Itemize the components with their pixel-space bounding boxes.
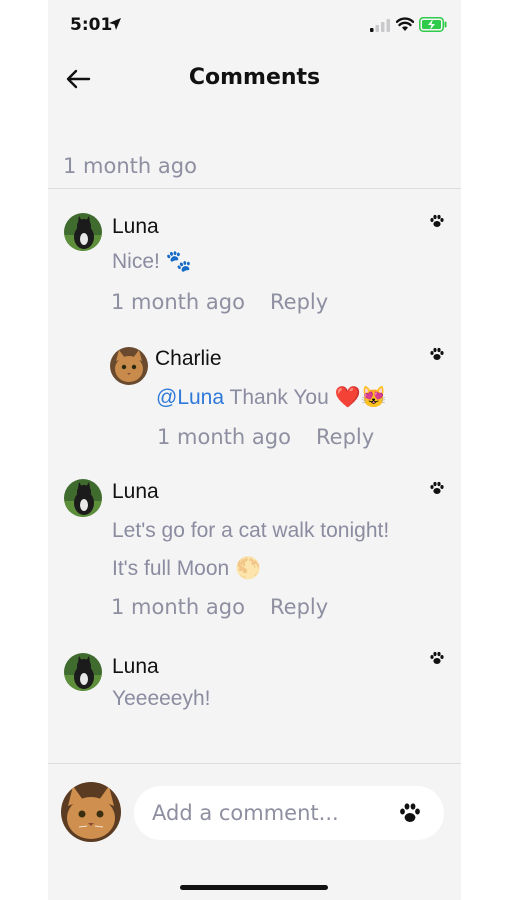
comment-text: It's full Moon 🌕	[112, 557, 262, 580]
reply-button[interactable]: Reply	[270, 595, 328, 619]
paw-icon[interactable]	[429, 480, 445, 496]
location-icon	[109, 18, 121, 30]
avatar[interactable]	[64, 213, 102, 251]
mention-link[interactable]: @Luna	[156, 386, 224, 409]
status-time: 5:01	[70, 15, 113, 35]
comment-text: Let's go for a cat walk tonight!	[112, 519, 390, 542]
divider	[48, 188, 461, 189]
avatar[interactable]	[64, 479, 102, 517]
avatar[interactable]	[64, 653, 102, 691]
signal-icon	[370, 19, 390, 32]
post-timestamp: 1 month ago	[63, 154, 197, 178]
reply-button[interactable]: Reply	[316, 425, 374, 449]
comment-text-line: @Luna Thank You ❤️😻	[156, 386, 387, 410]
comment-text: Thank You ❤️😻	[229, 386, 387, 409]
comment-author[interactable]: Luna	[112, 655, 159, 679]
home-indicator[interactable]	[180, 885, 328, 890]
paw-icon[interactable]	[429, 346, 445, 362]
status-bar: 5:01	[48, 0, 461, 50]
comment-author[interactable]: Charlie	[155, 347, 222, 371]
paw-icon[interactable]	[429, 213, 445, 229]
comment-author[interactable]: Luna	[112, 215, 159, 239]
reply-button[interactable]: Reply	[270, 290, 328, 314]
page-title: Comments	[188, 65, 321, 90]
battery-icon	[419, 17, 447, 32]
header: Comments	[48, 55, 461, 105]
comment-timestamp: 1 month ago	[157, 425, 291, 449]
comment-timestamp: 1 month ago	[111, 290, 245, 314]
comment-text: Yeeeeeyh!	[112, 687, 211, 710]
current-user-avatar[interactable]	[61, 782, 121, 842]
avatar[interactable]	[110, 347, 148, 385]
paw-icon[interactable]	[398, 801, 422, 825]
comment-author[interactable]: Luna	[112, 480, 159, 504]
paw-icon[interactable]	[429, 650, 445, 666]
comment-text: Nice! 🐾	[112, 250, 192, 273]
comment-timestamp: 1 month ago	[111, 595, 245, 619]
phone-screen: 5:01 Comments 1 month ago Luna Nice! 🐾 1…	[48, 0, 461, 900]
wifi-icon	[396, 17, 414, 31]
comment-composer	[48, 764, 461, 900]
